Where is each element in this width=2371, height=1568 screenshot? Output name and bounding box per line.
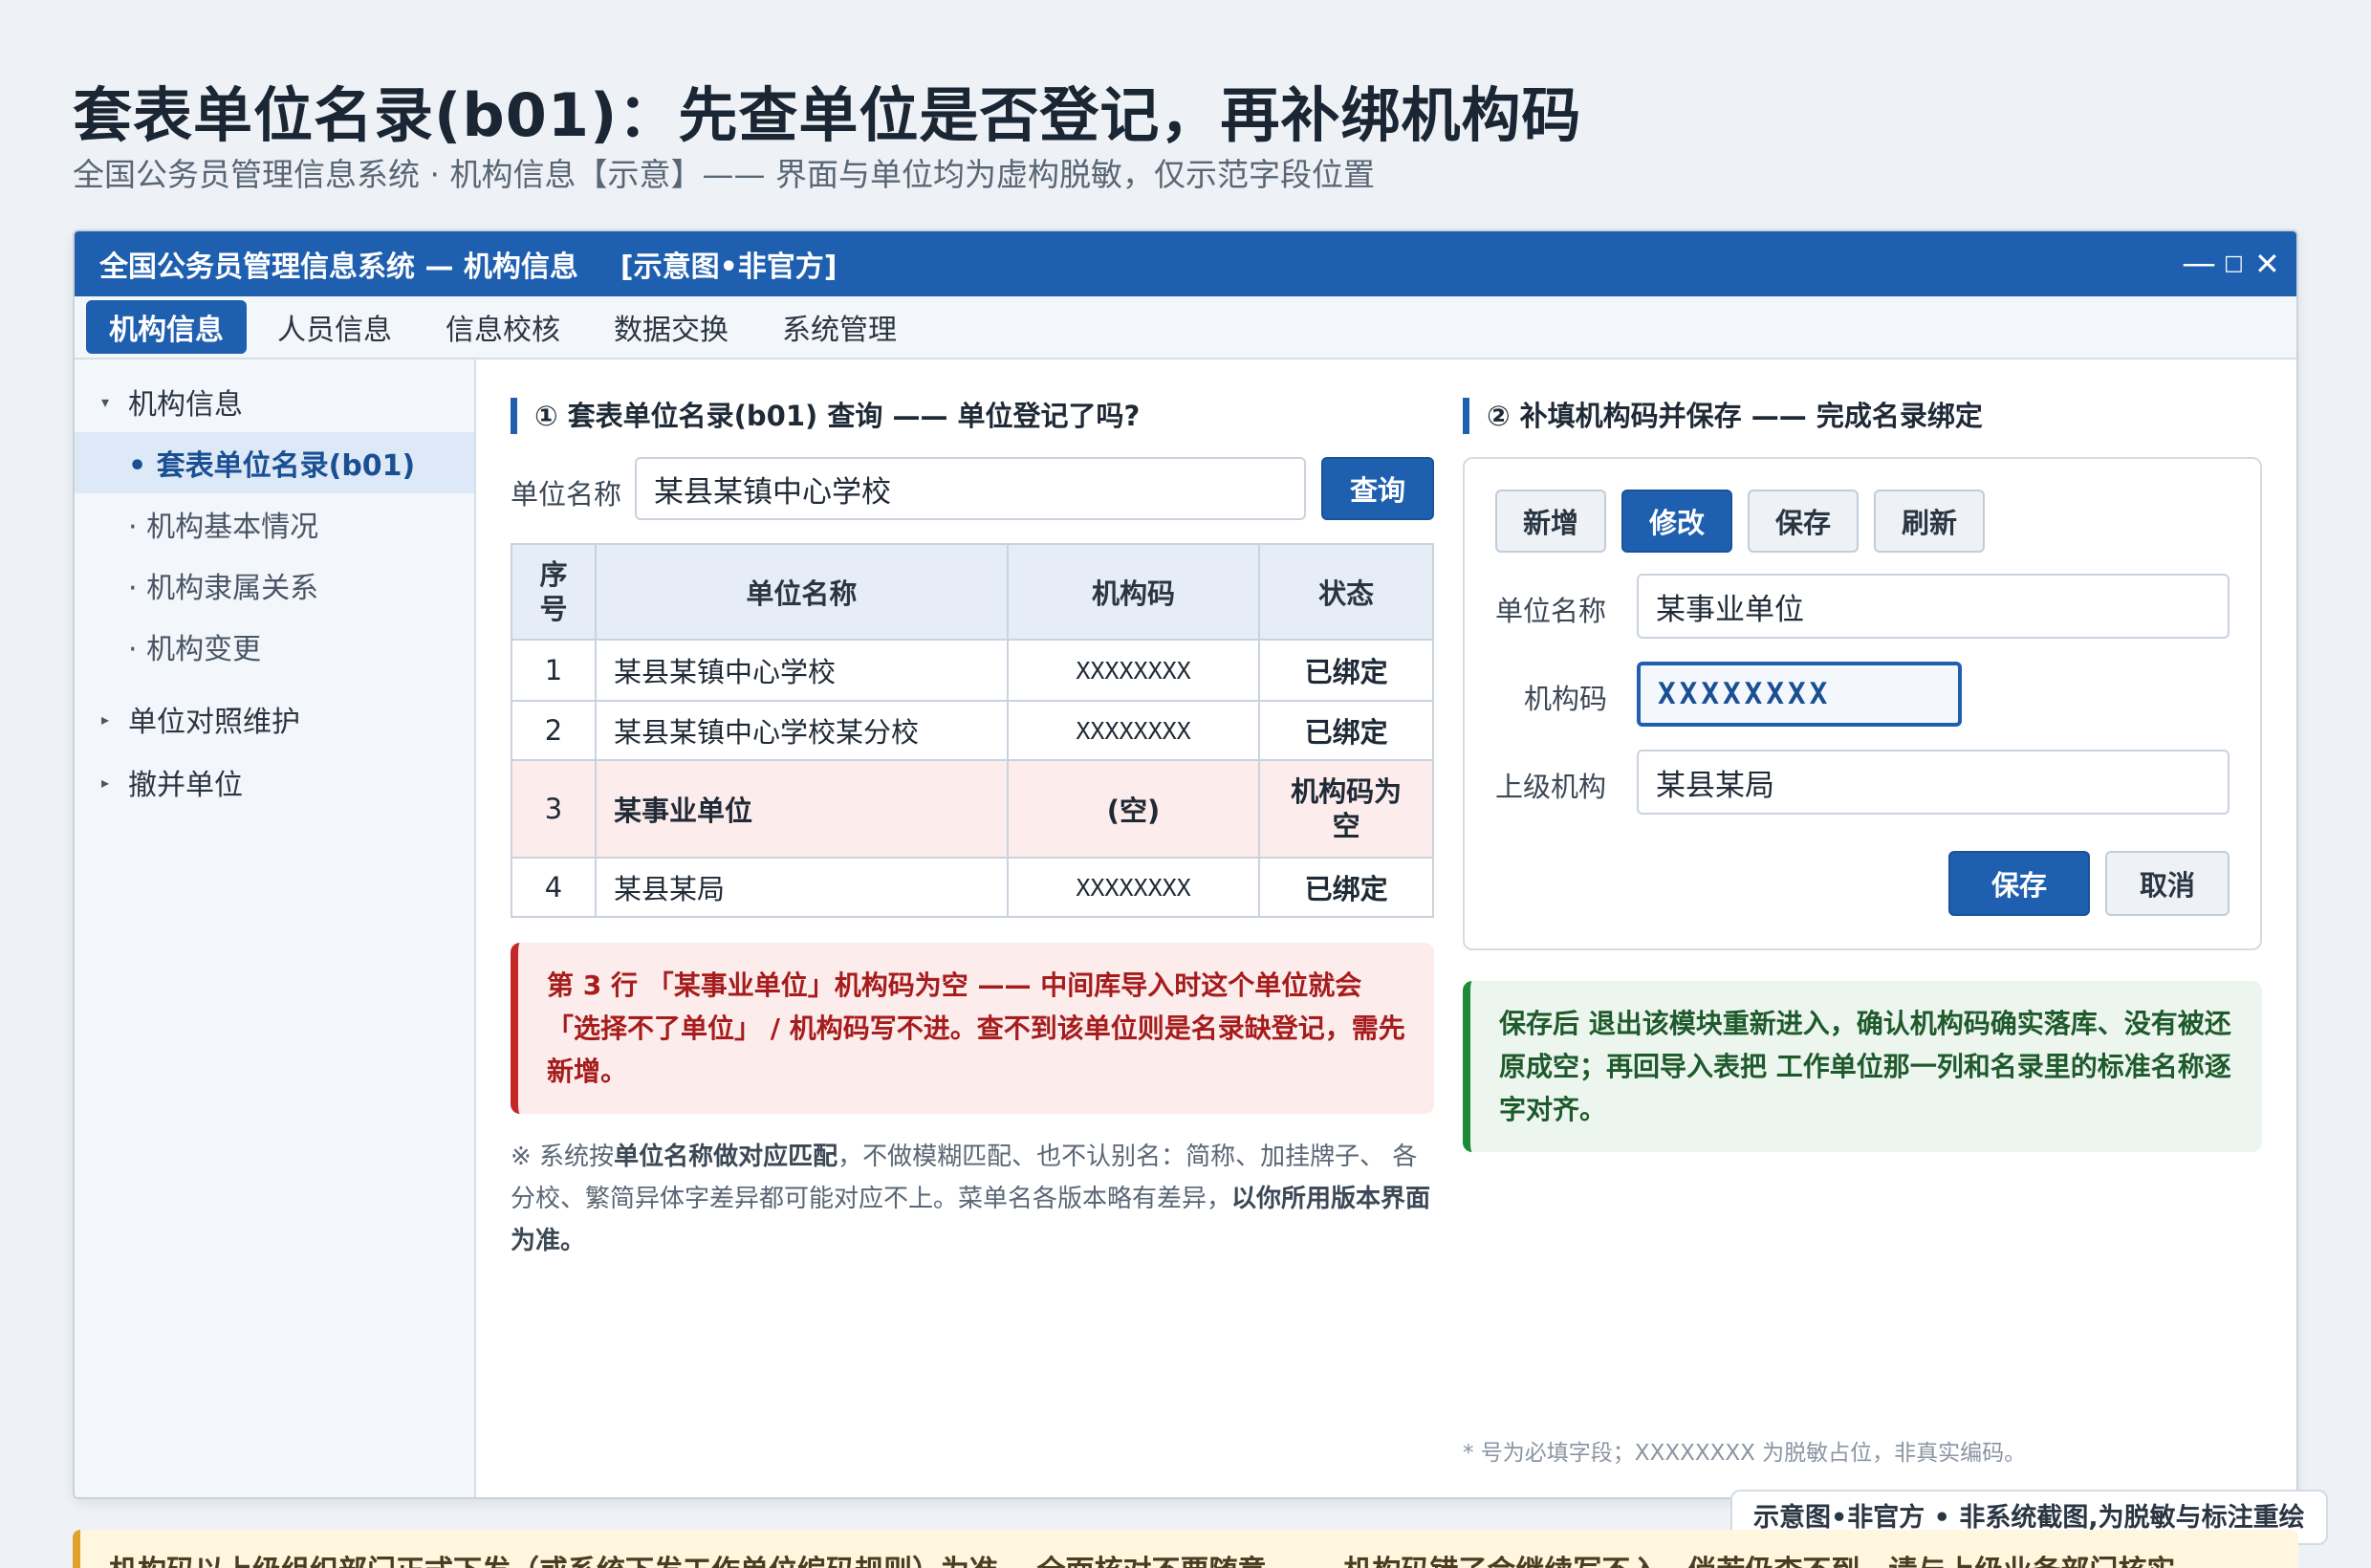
sidebar-item-label: · 机构基本情况 [128,511,319,544]
row-status: 机构码为空 [1258,759,1434,859]
sidebar-item-b01[interactable]: • 套表单位名录(b01) [75,432,474,493]
row-status: 已绑定 [1258,639,1434,702]
row-status: 已绑定 [1258,857,1434,918]
query-button[interactable]: 查询 [1321,457,1434,520]
edit-button[interactable]: 修改 [1621,490,1732,553]
save-button[interactable]: 保存 [1948,851,2090,916]
parent-org-label: 上级机构 [1495,771,1607,803]
sidebar-item-affiliation[interactable]: · 机构隶属关系 [75,555,474,616]
minimize-icon[interactable]: — [2182,241,2216,287]
cancel-button[interactable]: 取消 [2105,851,2230,916]
page-subtitle: 全国公务员管理信息系统 · 机构信息【示意】—— 界面与单位均为虚构脱敏，仅示范… [73,156,1375,193]
unit-name-search-input[interactable]: 某县某镇中心学校 [635,457,1306,520]
org-code-field[interactable]: XXXXXXXX [1637,662,1962,727]
row-no: 3 [511,759,597,859]
row-status: 已绑定 [1258,700,1434,761]
row-unit-name: 某县某局 [594,857,1009,918]
sidebar-group-label: 撤并单位 [128,769,243,802]
window-title: 全国公务员管理信息系统 — 机构信息 [99,250,578,284]
note-text: ※ 系统按 [511,1143,615,1171]
menu-system[interactable]: 系统管理 [759,300,920,354]
col-status: 状态 [1258,543,1434,641]
chevron-right-icon: ▸ [100,709,109,729]
empty-code-alert: 第 3 行 「某事业单位」机构码为空 —— 中间库导入时这个单位就会「选择不了单… [511,943,1434,1114]
table-row[interactable]: 1 某县某镇中心学校 XXXXXXXX 已绑定 [511,639,1434,702]
org-code-label: 机构码 [1524,683,1608,715]
row-unit-name: 某县某镇中心学校某分校 [594,700,1009,761]
row-code: (空) [1006,759,1261,859]
col-name: 单位名称 [594,543,1009,641]
query-label: 单位名称 [511,478,622,511]
window-tag: [示意图•非官方] [620,250,837,284]
query-heading: ① 套表单位名录(b01) 查询 —— 单位登记了吗? [511,398,1140,434]
menu-bar: 机构信息 人员信息 信息校核 数据交换 系统管理 [75,296,2296,359]
sidebar-group-merged[interactable]: ▸ 撤并单位 [75,751,474,813]
row-code: XXXXXXXX [1006,857,1261,918]
table-header-row: 序号 单位名称 机构码 状态 [511,543,1434,641]
menu-org-info[interactable]: 机构信息 [86,300,247,354]
window-titlebar: 全国公务员管理信息系统 — 机构信息 [示意图•非官方] — □ ✕ [75,231,2296,296]
add-button[interactable]: 新增 [1495,490,1606,553]
menu-verify[interactable]: 信息校核 [423,300,583,354]
sidebar-item-change[interactable]: · 机构变更 [75,616,474,677]
sidebar-group-label: 单位对照维护 [128,706,300,739]
table-row[interactable]: 4 某县某局 XXXXXXXX 已绑定 [511,857,1434,918]
menu-personnel[interactable]: 人员信息 [254,300,415,354]
unit-table: 序号 单位名称 机构码 状态 1 某县某镇中心学校 XXXXXXXX 已绑定 2… [511,543,1434,918]
close-icon[interactable]: ✕ [2254,241,2280,287]
parent-org-field[interactable]: 某县某局 [1637,750,2230,815]
unit-name-field[interactable]: 某事业单位 [1637,574,2230,639]
sidebar-item-label: • 套表单位名录(b01) [128,449,416,483]
footnote: * 号为必填字段；XXXXXXXX 为脱敏占位，非真实编码。 [1463,1441,2027,1466]
bottom-tip-strip: 机构码以上级组织部门正式下发（或系统下发工作单位编码规则）为准。 全面核对不要随… [73,1530,2298,1568]
row-no: 1 [511,639,597,702]
chevron-down-icon: ▾ [100,392,109,411]
table-row-warning[interactable]: 3 某事业单位 (空) 机构码为空 [511,759,1434,859]
row-code: XXXXXXXX [1006,639,1261,702]
table-row[interactable]: 2 某县某镇中心学校某分校 XXXXXXXX 已绑定 [511,700,1434,761]
row-unit-name: 某县某镇中心学校 [594,639,1009,702]
sidebar-item-label: · 机构变更 [128,633,262,666]
maximize-icon[interactable]: □ [2224,241,2244,287]
page-title: 套表单位名录(b01)：先查单位是否登记，再补绑机构码 [73,80,1582,150]
app-window: 全国公务员管理信息系统 — 机构信息 [示意图•非官方] — □ ✕ 机构信息 … [73,229,2298,1499]
menu-data-exchange[interactable]: 数据交换 [591,300,751,354]
row-code: XXXXXXXX [1006,700,1261,761]
save-tip-alert: 保存后 退出该模块重新进入，确认机构码确实落库、没有被还原成空；再回导入表把 工… [1463,981,2262,1152]
row-no: 2 [511,700,597,761]
sidebar-item-basic[interactable]: · 机构基本情况 [75,493,474,555]
sidebar-group-org-info[interactable]: ▾ 机构信息 [75,371,474,432]
toolbar-save-button[interactable]: 保存 [1748,490,1859,553]
refresh-button[interactable]: 刷新 [1874,490,1985,553]
row-no: 4 [511,857,597,918]
note-emphasis: 单位名称做对应匹配 [614,1143,838,1171]
chevron-right-icon: ▸ [100,773,109,792]
sidebar: ▾ 机构信息 • 套表单位名录(b01) · 机构基本情况 · 机构隶属关系 ·… [75,359,476,1497]
row-unit-name: 某事业单位 [594,759,1009,859]
sidebar-group-label: 机构信息 [128,388,243,422]
matching-note: ※ 系统按单位名称做对应匹配，不做模糊匹配、也不认别名：简称、加挂牌子、 各分校… [511,1136,1434,1262]
sidebar-group-mapping[interactable]: ▸ 单位对照维护 [75,688,474,750]
edit-heading: ② 补填机构码并保存 —— 完成名录绑定 [1463,398,1983,434]
sidebar-item-label: · 机构隶属关系 [128,572,319,605]
unit-name-label: 单位名称 [1495,595,1607,627]
col-code: 机构码 [1006,543,1261,641]
col-no: 序号 [511,543,597,641]
